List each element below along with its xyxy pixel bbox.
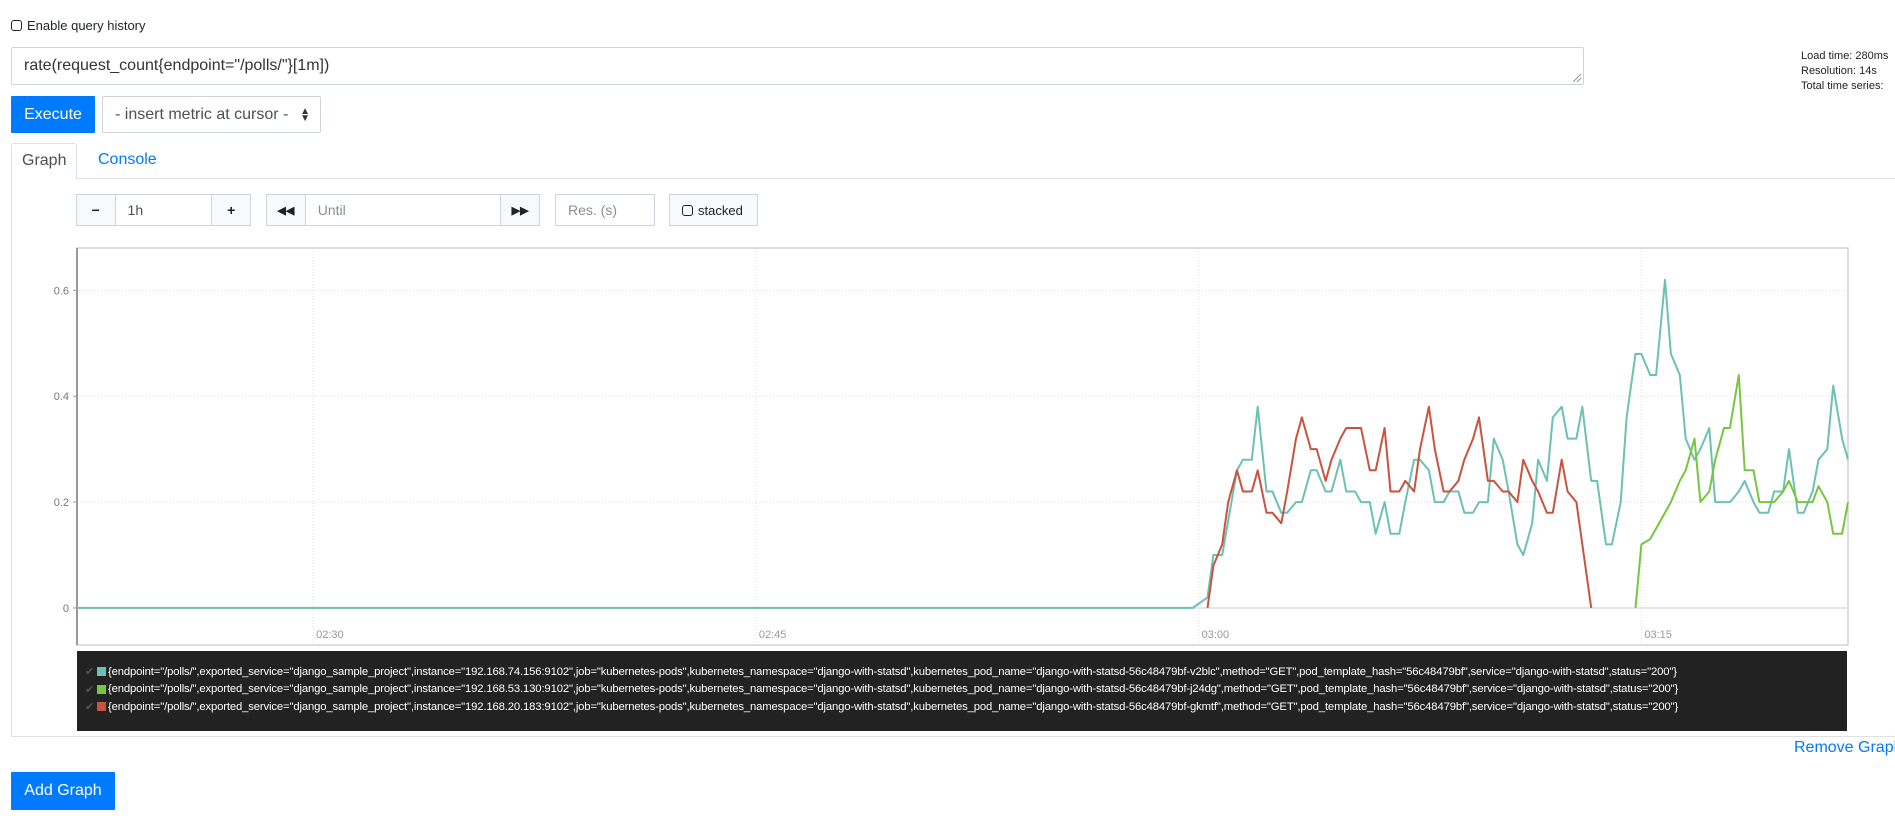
y-tick-label: 0.2 (54, 497, 69, 509)
check-icon: ✔ (85, 666, 95, 679)
y-tick-label: 0 (63, 603, 69, 615)
x-tick-label: 02:30 (316, 629, 344, 641)
check-icon: ✔ (85, 701, 95, 714)
check-icon: ✔ (85, 683, 95, 696)
y-tick-label: 0.6 (54, 285, 69, 297)
legend-swatch (97, 684, 106, 694)
legend-swatch (97, 667, 106, 677)
legend-item[interactable]: ✔ {endpoint="/polls/",exported_service="… (77, 698, 1847, 716)
x-tick-label: 02:45 (759, 629, 787, 641)
graph-chart[interactable]: 0 0.2 0.4 0.6 02:30 02:45 03:00 03:15 (0, 0, 1895, 650)
legend-item[interactable]: ✔ {endpoint="/polls/",exported_service="… (77, 681, 1847, 699)
remove-graph-link[interactable]: Remove Graph (1794, 739, 1895, 757)
legend-label: {endpoint="/polls/",exported_service="dj… (108, 683, 1679, 696)
y-tick-label: 0.4 (54, 391, 69, 403)
legend-swatch (97, 702, 106, 712)
legend-label: {endpoint="/polls/",exported_service="dj… (108, 665, 1677, 678)
legend-label: {endpoint="/polls/",exported_service="dj… (108, 700, 1679, 713)
add-graph-button[interactable]: Add Graph (11, 772, 115, 810)
x-tick-label: 03:15 (1644, 629, 1672, 641)
plot-area (76, 247, 1849, 646)
legend-item[interactable]: ✔ {endpoint="/polls/",exported_service="… (77, 663, 1847, 681)
legend: ✔ {endpoint="/polls/",exported_service="… (77, 651, 1847, 731)
x-tick-label: 03:00 (1202, 629, 1230, 641)
